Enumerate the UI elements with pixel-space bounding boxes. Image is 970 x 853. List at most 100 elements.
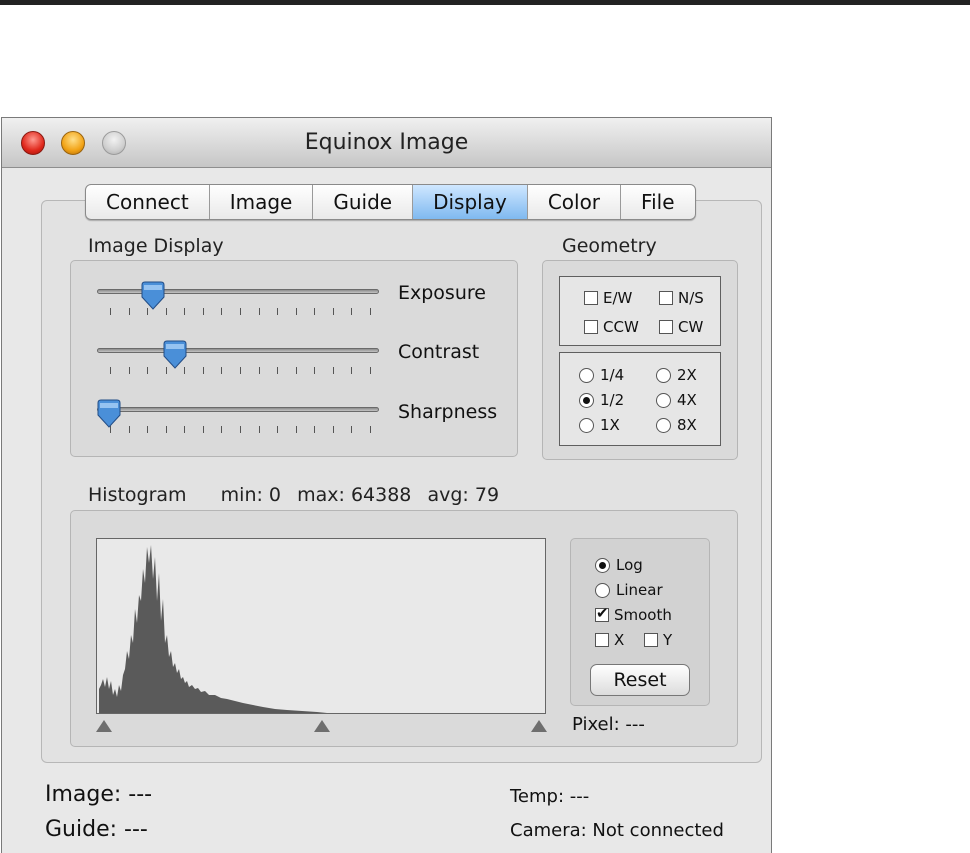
scale-half-radio[interactable]: 1/2 — [579, 391, 624, 409]
sharpness-track[interactable] — [97, 407, 379, 412]
slider-tick — [240, 367, 241, 374]
scale-quarter-label: 1/4 — [600, 366, 625, 384]
cw-checkbox-box[interactable] — [659, 320, 673, 334]
y-checkbox[interactable]: Y — [644, 631, 672, 649]
slider-tick — [351, 367, 352, 374]
smooth-checkbox[interactable]: Smooth — [595, 604, 672, 624]
sharpness-ticks — [110, 426, 371, 435]
camera-status: Camera: Not connected — [510, 820, 724, 841]
x-label: X — [614, 631, 625, 649]
y-checkbox-box[interactable] — [644, 633, 658, 647]
cw-checkbox[interactable]: CW — [659, 318, 703, 336]
exposure-slider-thumb[interactable] — [140, 281, 166, 311]
histogram-stats: Histogram min: 0 max: 64388 avg: 79 — [88, 484, 499, 506]
smooth-checkbox-box[interactable] — [595, 604, 609, 622]
scale-quarter-dot[interactable] — [579, 367, 594, 383]
slider-tick — [110, 308, 111, 315]
top-border — [0, 0, 970, 5]
slider-tick — [184, 308, 185, 315]
slider-tick — [370, 367, 371, 374]
slider-tick — [333, 367, 334, 374]
ccw-checkbox-box[interactable] — [584, 320, 598, 334]
histogram-min: min: 0 — [220, 484, 282, 506]
histogram-avg: avg: 79 — [427, 484, 500, 506]
slider-tick — [221, 426, 222, 433]
log-label: Log — [616, 556, 643, 574]
slider-tick — [370, 426, 371, 433]
scale-1x-radio[interactable]: 1X — [579, 416, 620, 434]
black-point-marker[interactable] — [95, 719, 113, 733]
slider-tick — [221, 308, 222, 315]
scale-half-dot[interactable] — [579, 392, 594, 408]
histogram-heading: Histogram — [88, 484, 187, 506]
linear-label: Linear — [616, 581, 663, 599]
linear-radio-dot[interactable] — [595, 582, 610, 598]
slider-tick — [147, 426, 148, 433]
exposure-label: Exposure — [398, 282, 486, 304]
tab-image[interactable]: Image — [210, 185, 314, 219]
x-checkbox-box[interactable] — [595, 633, 609, 647]
scale-2x-label: 2X — [677, 366, 697, 384]
reset-button[interactable]: Reset — [590, 664, 690, 696]
histogram-bars — [99, 545, 327, 713]
slider-tick — [221, 367, 222, 374]
slider-tick — [166, 308, 167, 315]
tab-display[interactable]: Display — [413, 185, 528, 219]
slider-tick — [351, 308, 352, 315]
log-radio[interactable]: Log — [595, 556, 643, 574]
slider-tick — [333, 426, 334, 433]
slider-tick — [351, 426, 352, 433]
tab-bar: Connect Image Guide Display Color File — [85, 184, 696, 220]
tab-file[interactable]: File — [621, 185, 694, 219]
slider-tick — [203, 367, 204, 374]
pixel-readout: Pixel: --- — [572, 714, 645, 735]
slider-tick — [259, 367, 260, 374]
slider-tick — [129, 308, 130, 315]
ccw-checkbox[interactable]: CCW — [584, 318, 639, 336]
scale-4x-radio[interactable]: 4X — [656, 391, 697, 409]
slider-tick — [240, 426, 241, 433]
temp-status: Temp: --- — [510, 786, 590, 807]
sharpness-slider-thumb[interactable] — [96, 399, 122, 429]
slider-tick — [277, 367, 278, 374]
title-bar[interactable]: Equinox Image — [2, 118, 771, 168]
scale-1x-dot[interactable] — [579, 417, 594, 433]
slider-tick — [240, 308, 241, 315]
contrast-ticks — [110, 367, 371, 376]
slider-tick — [314, 367, 315, 374]
histogram-plot[interactable] — [96, 538, 546, 714]
scale-1x-label: 1X — [600, 416, 620, 434]
ns-checkbox-box[interactable] — [659, 291, 673, 305]
log-radio-dot[interactable] — [595, 557, 610, 573]
x-checkbox[interactable]: X — [595, 631, 624, 649]
ew-checkbox-box[interactable] — [584, 291, 598, 305]
slider-tick — [296, 367, 297, 374]
ns-label: N/S — [678, 289, 704, 307]
smooth-label: Smooth — [614, 606, 672, 624]
ccw-label: CCW — [603, 318, 639, 336]
scale-2x-dot[interactable] — [656, 367, 671, 383]
ns-checkbox[interactable]: N/S — [659, 289, 704, 307]
scale-4x-dot[interactable] — [656, 392, 671, 408]
mid-point-marker[interactable] — [313, 719, 331, 733]
scale-half-label: 1/2 — [600, 391, 625, 409]
image-display-heading: Image Display — [88, 235, 224, 257]
scale-quarter-radio[interactable]: 1/4 — [579, 366, 624, 384]
slider-tick — [370, 308, 371, 315]
ew-checkbox[interactable]: E/W — [584, 289, 632, 307]
tab-connect[interactable]: Connect — [86, 185, 210, 219]
tab-guide[interactable]: Guide — [313, 185, 414, 219]
contrast-track[interactable] — [97, 348, 379, 353]
linear-radio[interactable]: Linear — [595, 581, 663, 599]
scale-8x-dot[interactable] — [656, 417, 671, 433]
white-point-marker[interactable] — [530, 719, 548, 733]
slider-tick — [333, 308, 334, 315]
contrast-slider-thumb[interactable] — [162, 340, 188, 370]
scale-2x-radio[interactable]: 2X — [656, 366, 697, 384]
slider-tick — [203, 426, 204, 433]
slider-tick — [147, 367, 148, 374]
scale-8x-radio[interactable]: 8X — [656, 416, 697, 434]
tab-color[interactable]: Color — [528, 185, 622, 219]
image-status: Image: --- — [45, 782, 153, 807]
sharpness-label: Sharpness — [398, 401, 498, 423]
